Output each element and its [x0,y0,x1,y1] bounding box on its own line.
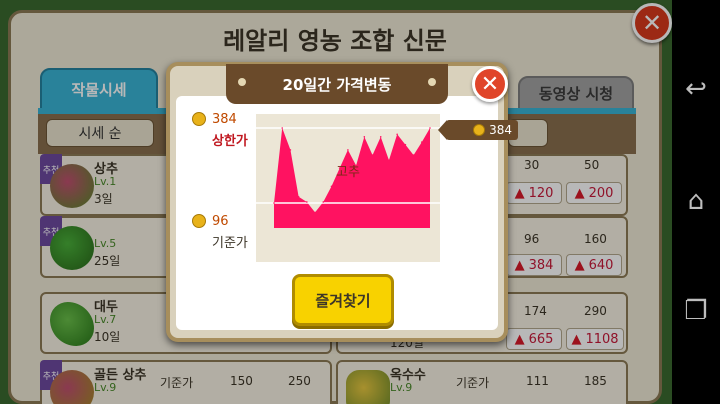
home-button[interactable]: ⌂ [680,186,712,216]
price-history-popup: 384 상한가 96 기준가 고추 384 즐겨찾기 20일간 가격변동 ✕ [166,62,518,342]
price-chart: 고추 [256,114,440,262]
coin-icon [192,214,206,228]
price-point [363,136,366,138]
recent-apps-icon: ❐ [684,296,708,326]
current-price-value: 384 [489,123,512,137]
rivet-decoration [428,78,436,86]
price-point [420,141,423,143]
back-button[interactable]: ↩ [680,74,712,104]
recent-apps-button[interactable]: ❐ [680,296,712,326]
price-point [371,154,374,156]
game-screen: 레알리 영농 조합 신문 ✕ 작물시세 동영상 시청 시세 순 추천 상추 Lv… [0,0,672,404]
close-icon: ✕ [480,71,500,97]
price-point [281,127,284,129]
coin-icon [473,124,486,136]
home-icon: ⌂ [687,186,705,216]
close-popup-button[interactable]: ✕ [472,66,508,102]
price-point [396,133,398,136]
price-point [412,154,415,156]
upper-price-value: 384 [212,112,237,127]
upper-price-label: 상한가 [212,134,248,149]
price-point [388,159,390,162]
rivet-decoration [238,78,246,86]
coin-icon [192,112,206,126]
system-nav-bar: ↩ ⌂ ❐ [672,0,720,404]
price-point [330,185,333,188]
favorite-button[interactable]: 즐겨찾기 [292,274,394,326]
base-price-value: 96 [212,214,229,229]
price-point [404,143,407,146]
back-arrow-icon: ↩ [685,74,707,104]
popup-body: 384 상한가 96 기준가 고추 384 즐겨찾기 [176,96,518,330]
price-point [297,195,300,198]
price-point [314,211,316,214]
price-point [273,202,275,204]
current-price-tag: 384 [446,120,518,140]
price-point [306,201,308,203]
price-chart-svg: 고추 [256,127,440,228]
popup-header: 20일간 가격변동 [226,64,448,104]
crop-watermark-label: 고추 [336,165,360,180]
price-point [429,127,431,129]
popup-title: 20일간 가격변동 [282,75,392,94]
price-point [379,136,382,138]
price-point [289,149,292,151]
base-price-label: 기준가 [212,236,248,251]
price-point [347,149,349,151]
price-point [322,201,325,203]
